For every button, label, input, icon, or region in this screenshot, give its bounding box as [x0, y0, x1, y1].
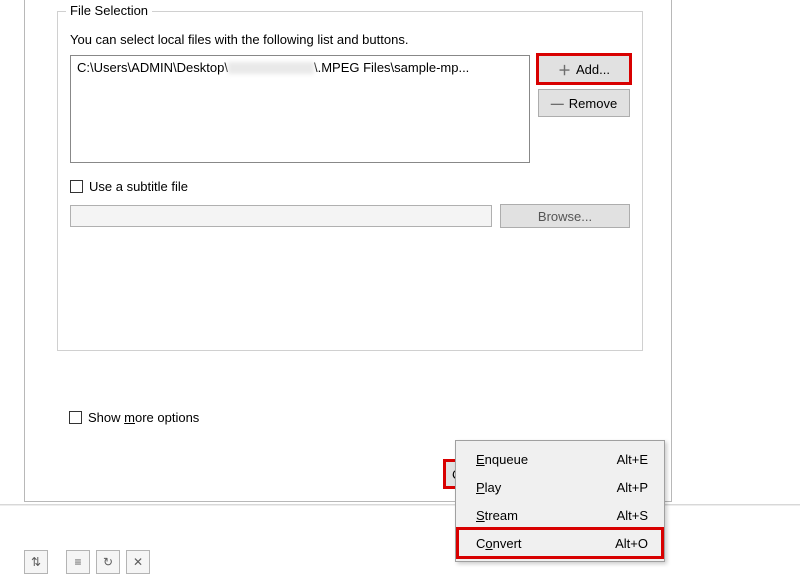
- menu-item-shortcut: Alt+E: [617, 452, 648, 467]
- convert-dropdown-menu: Enqueue Alt+E Play Alt+P Stream Alt+S Co…: [455, 440, 665, 562]
- menu-item-label: Convert: [476, 536, 522, 551]
- toolbar-button-1[interactable]: ⇅: [24, 550, 48, 574]
- show-more-options[interactable]: Show more options: [69, 410, 199, 425]
- file-list[interactable]: C:\Users\ADMIN\Desktop\\.MPEG Files\samp…: [70, 55, 530, 163]
- menu-item-convert[interactable]: Convert Alt+O: [458, 529, 662, 557]
- toolbar-button-2[interactable]: ≡: [66, 550, 90, 574]
- open-media-dialog: File Selection You can select local file…: [47, 0, 653, 441]
- file-path-entry[interactable]: C:\Users\ADMIN\Desktop\\.MPEG Files\samp…: [77, 60, 469, 75]
- toolbar-button-3[interactable]: ↻: [96, 550, 120, 574]
- window-divider: [0, 504, 800, 506]
- file-selection-legend: File Selection: [66, 3, 152, 18]
- more-options-checkbox[interactable]: [69, 411, 82, 424]
- menu-item-shortcut: Alt+S: [617, 508, 648, 523]
- bottom-toolbar: ⇅ ≡ ↻ ✕: [24, 550, 150, 574]
- menu-item-shortcut: Alt+O: [615, 536, 648, 551]
- subtitle-checkbox[interactable]: [70, 180, 83, 193]
- minus-icon: —: [551, 96, 563, 111]
- menu-item-stream[interactable]: Stream Alt+S: [458, 501, 662, 529]
- menu-item-label: Play: [476, 480, 501, 495]
- browse-button[interactable]: Browse...: [500, 204, 630, 228]
- redacted-segment: [228, 62, 314, 74]
- browse-button-label: Browse...: [538, 209, 592, 224]
- menu-item-label: Enqueue: [476, 452, 528, 467]
- menu-item-label: Stream: [476, 508, 518, 523]
- menu-item-shortcut: Alt+P: [617, 480, 648, 495]
- add-button[interactable]: ＋ Add...: [538, 55, 630, 83]
- file-selection-hint: You can select local files with the foll…: [70, 32, 630, 47]
- toolbar-button-4[interactable]: ✕: [126, 550, 150, 574]
- file-selection-group: File Selection You can select local file…: [57, 11, 643, 351]
- remove-button[interactable]: — Remove: [538, 89, 630, 117]
- more-options-label: Show more options: [88, 410, 199, 425]
- add-button-label: Add...: [576, 62, 610, 77]
- subtitle-path-field[interactable]: [70, 205, 492, 227]
- menu-item-play[interactable]: Play Alt+P: [458, 473, 662, 501]
- outer-window-frame: File Selection You can select local file…: [24, 0, 672, 502]
- menu-item-enqueue[interactable]: Enqueue Alt+E: [458, 445, 662, 473]
- plus-icon: ＋: [558, 60, 570, 79]
- remove-button-label: Remove: [569, 96, 617, 111]
- subtitle-checkbox-label: Use a subtitle file: [89, 179, 188, 194]
